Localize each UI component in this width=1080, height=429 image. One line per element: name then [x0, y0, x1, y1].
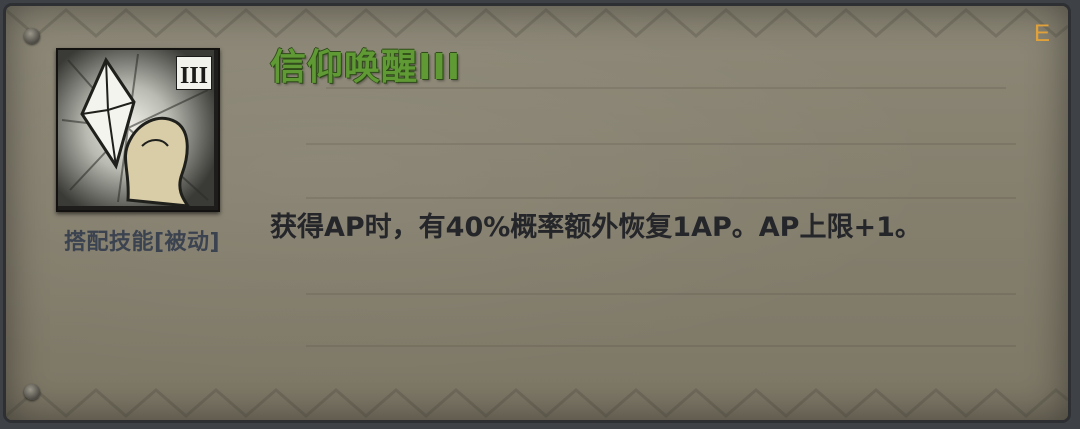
hotkey-label: E: [1033, 20, 1050, 47]
skill-icon[interactable]: III: [56, 48, 220, 212]
skill-type-label: 搭配技能[被动]: [63, 230, 221, 255]
skill-title: 信仰唤醒III: [270, 47, 462, 88]
pin-bottom-left: [24, 384, 40, 400]
tier-badge-text: III: [180, 63, 208, 89]
pin-top-left: [24, 28, 40, 44]
skill-tooltip-card: III 搭配技能[被动] 信仰唤醒III E 获得AP时，有40%概率额外恢复1…: [6, 6, 1068, 420]
skill-description: 获得AP时，有40%概率额外恢复1AP。AP上限+1。: [270, 212, 922, 243]
tier-badge: III: [176, 56, 212, 90]
